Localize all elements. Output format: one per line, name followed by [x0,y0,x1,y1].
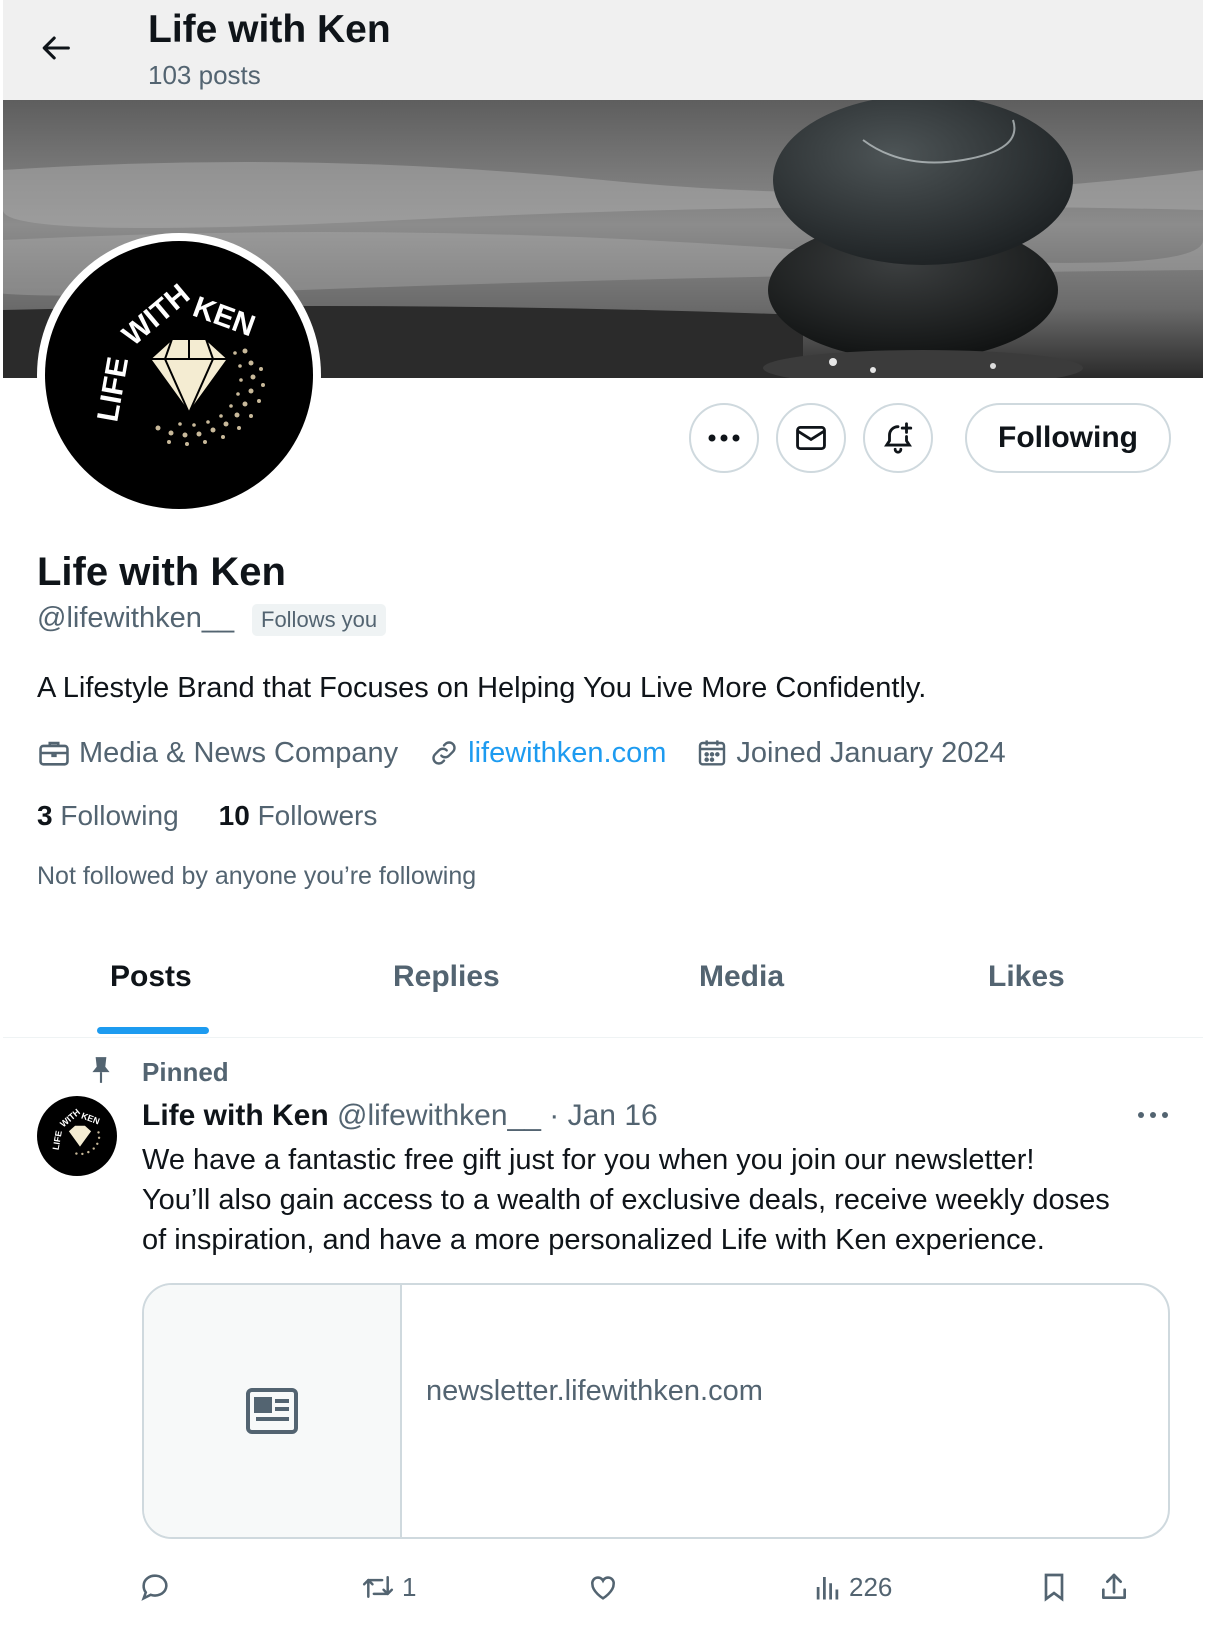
more-horizontal-icon [1138,1112,1168,1118]
briefcase-icon [39,741,69,766]
header-post-count: 103 posts [148,60,261,90]
following-count-link[interactable]: 3 Following [37,800,179,832]
tab-likes[interactable]: Likes [988,960,1065,994]
heart-icon [591,1576,615,1600]
post-text: We have a fantastic free gift just for y… [142,1140,1182,1260]
share-button[interactable] [1098,1567,1130,1607]
header-title: Life with Ken [148,8,391,51]
retweet-icon [362,1576,394,1598]
following-count-label: Following [60,800,179,831]
views-chart-icon [816,1577,839,1600]
tab-media[interactable]: Media [699,960,784,994]
pinned-label: Pinned [142,1057,229,1087]
post-more-button[interactable] [1133,1100,1173,1130]
profile-meta: Media & News Company lifewithken.com Joi… [37,733,1036,773]
retweet-count: 1 [402,1571,417,1602]
follows-you-badge: Follows you [252,604,387,636]
link-card-domain: newsletter.lifewithken.com [426,1375,763,1407]
profile-bio: A Lifestyle Brand that Focuses on Helpin… [37,672,927,704]
profile-handle: @lifewithken__ [37,602,235,634]
views-button[interactable]: 226 [813,1567,892,1607]
post-date[interactable]: Jan 16 [568,1099,658,1132]
bookmark-icon [1044,1573,1064,1602]
pin-icon [88,1055,114,1090]
svg-text:KEN: KEN [189,291,260,344]
profile-joined: Joined January 2024 [696,736,1006,770]
follow-counts: 3 Following 10 Followers [37,800,417,832]
back-button[interactable] [33,24,81,72]
mutual-followers-note: Not followed by anyone you’re following [37,862,477,890]
envelope-icon [796,425,826,451]
link-icon [432,741,456,765]
following-count: 3 [37,800,53,831]
reply-button[interactable] [138,1567,172,1607]
bookmark-button[interactable] [1038,1567,1070,1607]
tab-divider [3,1037,1203,1038]
reply-icon [141,1574,168,1601]
retweet-button[interactable]: 1 [360,1567,416,1607]
post-author-avatar[interactable]: LIFE WITH KEN [37,1096,117,1176]
more-horizontal-icon [708,434,740,442]
post-text-line: You’ll also gain access to a wealth of e… [142,1184,1110,1216]
link-preview-card[interactable]: newsletter.lifewithken.com [142,1283,1170,1539]
post-text-line: We have a fantastic free gift just for y… [142,1144,1035,1176]
tab-replies[interactable]: Replies [393,960,500,994]
profile-page: Life with Ken 103 posts LIFE WITH KEN Fo… [3,0,1203,1625]
followers-count-label: Followers [257,800,378,831]
profile-category: Media & News Company [37,736,398,770]
post-separator: · [549,1099,560,1132]
svg-text:LIFE: LIFE [51,1130,64,1151]
more-options-button[interactable] [689,403,759,473]
active-tab-indicator [97,1027,209,1034]
post-header: Life with Ken @lifewithken__ · Jan 16 [142,1099,658,1133]
bell-plus-icon [884,422,913,454]
post-author-name[interactable]: Life with Ken [142,1099,329,1132]
website-link[interactable]: lifewithken.com [468,737,666,770]
svg-text:KEN: KEN [80,1111,101,1127]
article-icon [246,1388,298,1434]
post-author-handle[interactable]: @lifewithken__ [337,1099,541,1132]
life-with-ken-logo: LIFE WITH KEN [45,241,313,509]
views-count: 226 [849,1571,893,1602]
following-button[interactable]: Following [965,403,1171,473]
message-button[interactable] [776,403,846,473]
notifications-button[interactable] [863,403,933,473]
followers-count: 10 [218,800,250,831]
post-text-line: of inspiration, and have a more personal… [142,1224,1045,1256]
joined-label: Joined January 2024 [736,736,1006,769]
tab-posts[interactable]: Posts [110,960,192,994]
top-header: Life with Ken 103 posts [3,0,1203,100]
profile-avatar[interactable]: LIFE WITH KEN [37,233,321,517]
followers-count-link[interactable]: 10 Followers [219,800,378,832]
category-label: Media & News Company [79,736,399,769]
calendar-icon [699,740,726,766]
like-button[interactable] [586,1567,620,1607]
share-icon [1102,1573,1126,1599]
profile-website[interactable]: lifewithken.com [428,737,666,770]
profile-name: Life with Ken [37,550,286,594]
arrow-left-icon [42,36,70,60]
svg-text:LIFE: LIFE [91,354,135,424]
link-card-thumbnail [144,1285,402,1537]
